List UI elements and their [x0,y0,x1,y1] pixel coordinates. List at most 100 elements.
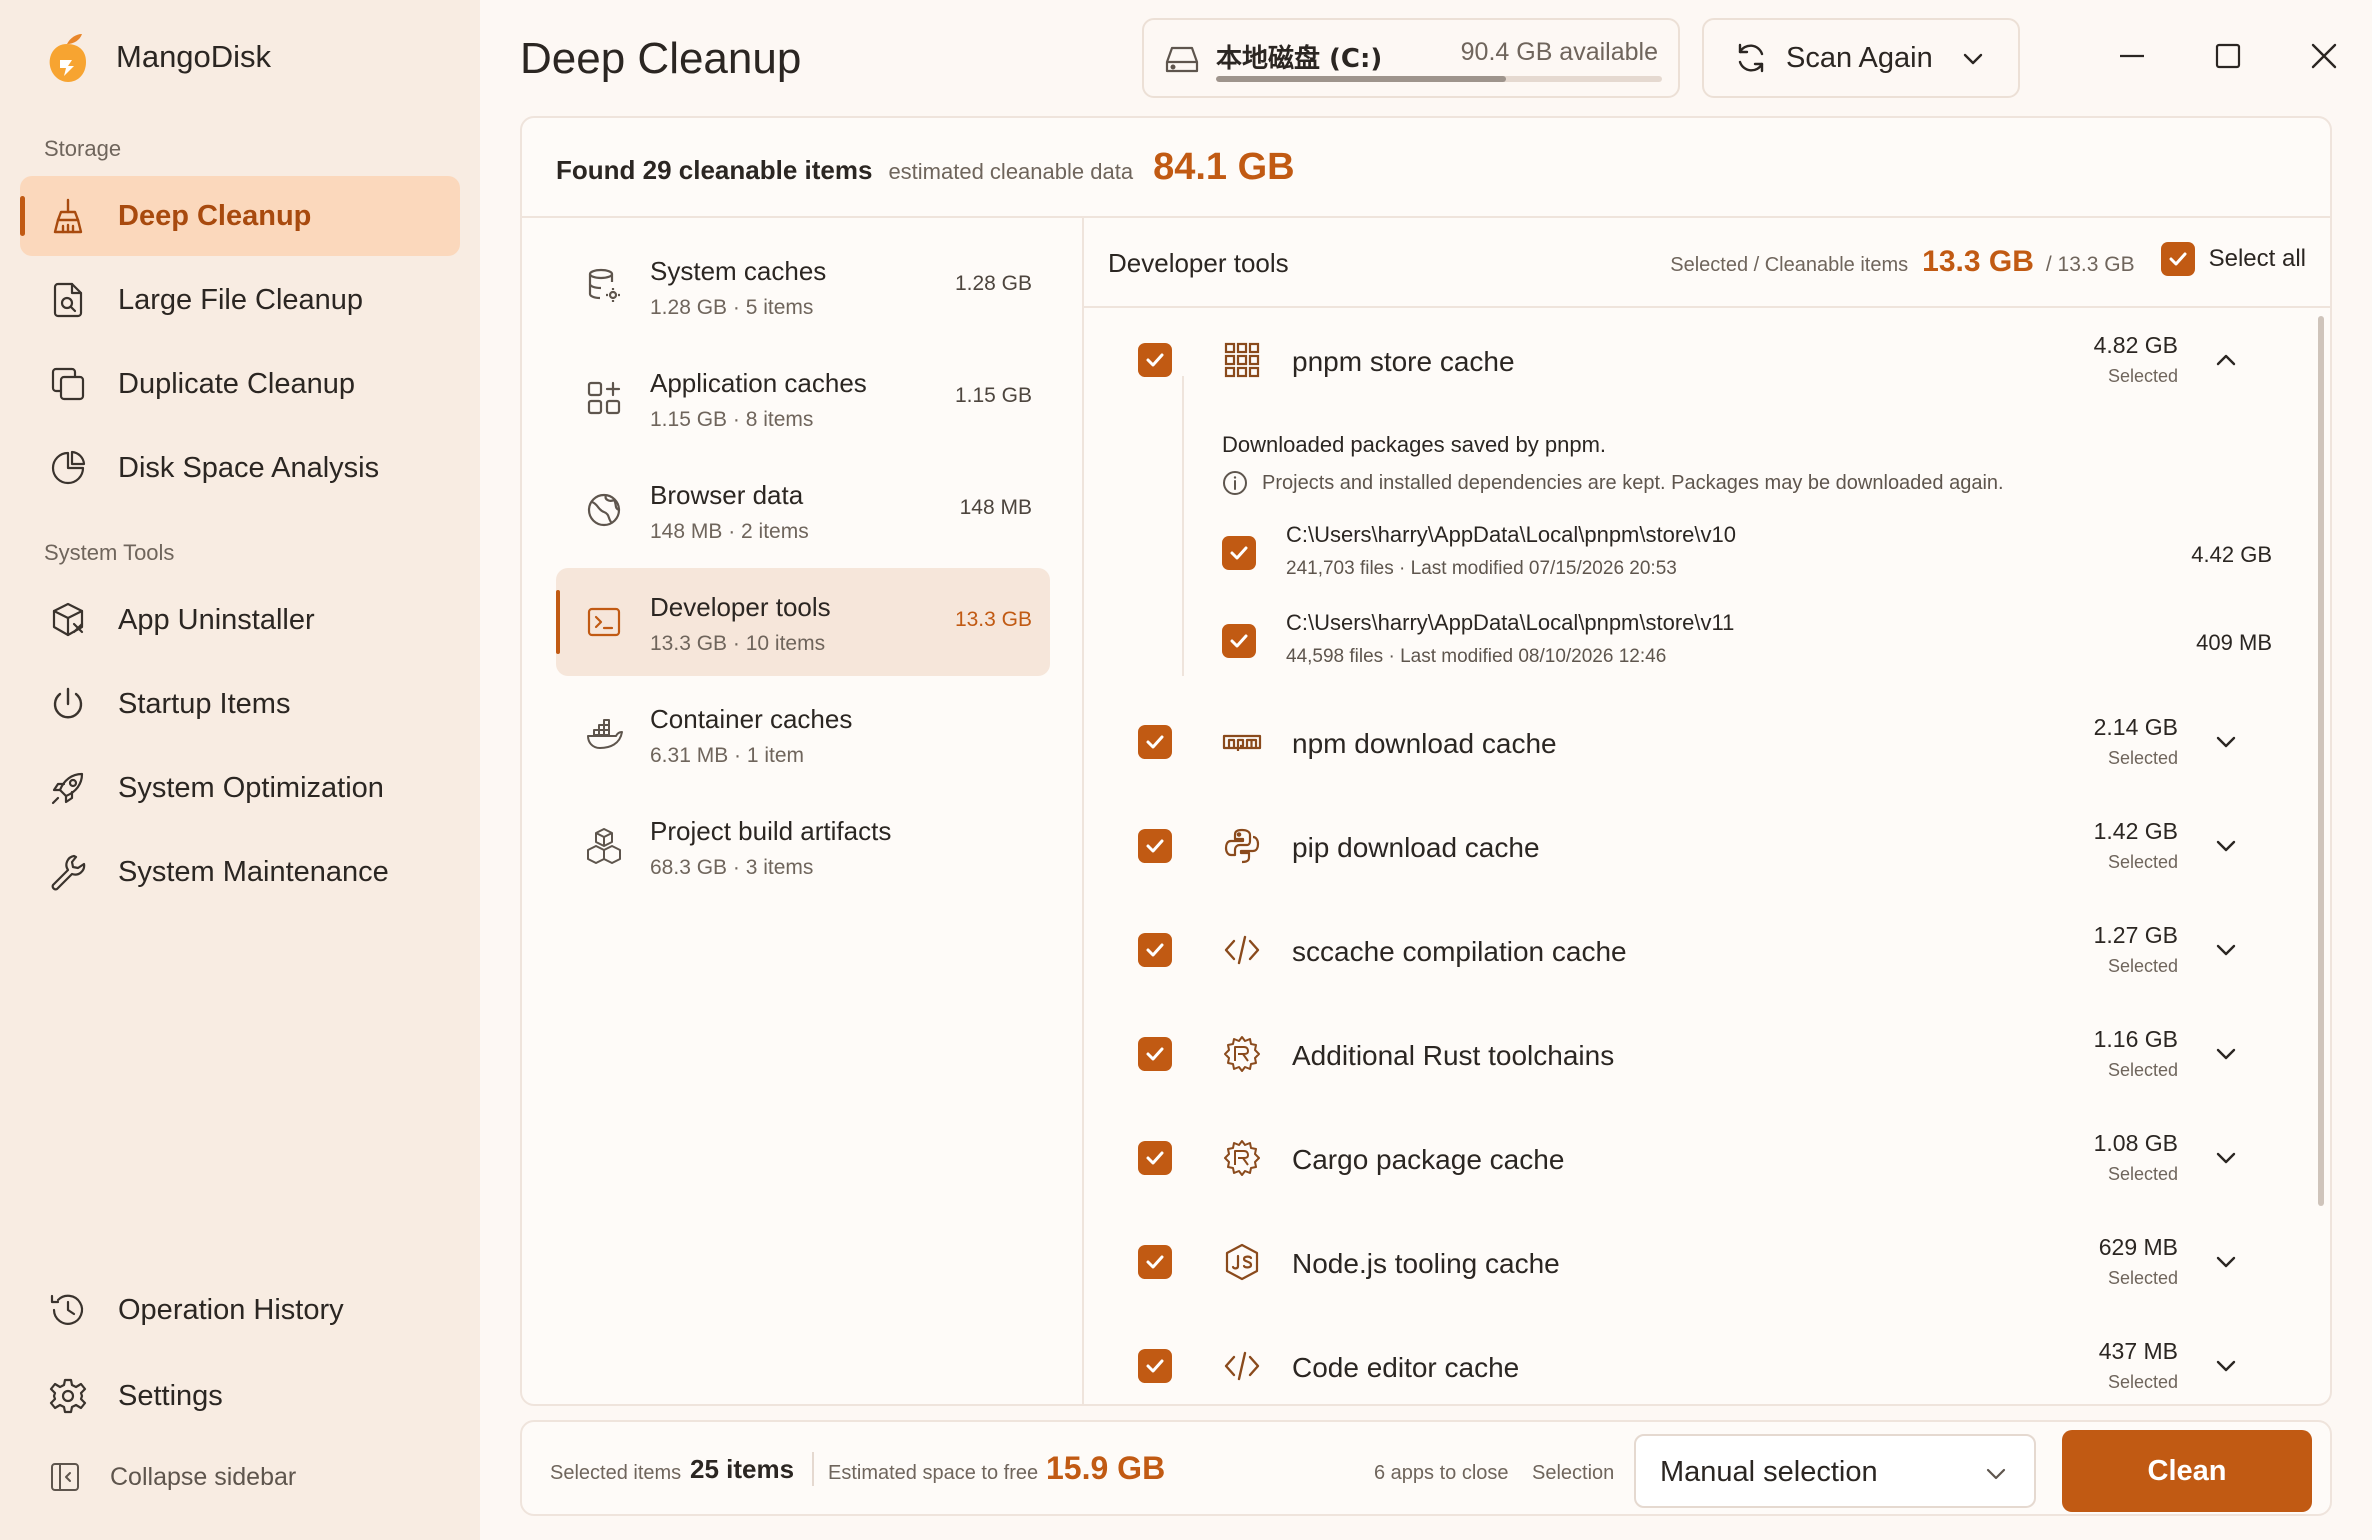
checkbox[interactable] [1138,1349,1172,1383]
list-item-pip-download-cache[interactable]: pip download cache 1.42 GB Selected [1082,796,2302,896]
rust-icon [1224,1140,1260,1176]
item-status: Selected [2107,956,2178,976]
category-size: 1.15 GB [954,384,1032,407]
list-item-sccache[interactable]: sccache compilation cache 1.27 GB Select… [1082,900,2302,1000]
chevron-up-icon[interactable] [2212,346,2240,374]
checkbox[interactable] [1138,1245,1172,1279]
category-developer-tools[interactable]: Developer tools 13.3 GB · 10 items 13.3 … [556,568,1050,676]
apps-to-close: 6 apps to close [1374,1462,1509,1484]
checkbox[interactable] [1222,624,1256,658]
checkbox[interactable] [1138,933,1172,967]
checkbox[interactable] [1138,1037,1172,1071]
hard-drive-icon [1165,46,1199,73]
python-icon [1224,828,1260,864]
globe-icon [587,493,621,527]
category-application-caches[interactable]: Application caches 1.15 GB · 8 items 1.1… [556,344,1050,452]
list-item-cargo-package-cache[interactable]: Cargo package cache 1.08 GB Selected [1082,1108,2302,1208]
found-count: Found 29 cleanable items [556,155,873,185]
sidebar-item-label: Settings [118,1379,223,1412]
code-icon [1224,1351,1260,1381]
check-icon [1146,1255,1164,1269]
close-icon[interactable] [2306,38,2342,74]
select-all-checkbox[interactable]: Select all [2160,242,2306,276]
wrench-icon [51,854,86,891]
space-to-free-label: Estimated space to free [828,1462,1039,1484]
category-title: Browser data [650,480,804,510]
selection-mode-dropdown[interactable]: Manual selection [1634,1434,2036,1508]
checkbox[interactable] [1138,1141,1172,1175]
chevron-down-icon[interactable] [2212,1144,2240,1172]
maximize-icon[interactable] [2210,38,2246,74]
checkbox[interactable] [1138,725,1172,759]
item-name: Node.js tooling cache [1292,1248,1560,1279]
sidebar-item-label: App Uninstaller [118,603,315,636]
item-name: sccache compilation cache [1292,936,1627,967]
category-browser-data[interactable]: Browser data 148 MB · 2 items 148 MB [556,456,1050,564]
sidebar-item-operation-history[interactable]: Operation History [20,1270,460,1350]
category-project-build-artifacts[interactable]: Project build artifacts 68.3 GB · 3 item… [556,792,1050,900]
sidebar-item-disk-space-analysis[interactable]: Disk Space Analysis [20,428,460,508]
grid-icon [1224,342,1260,378]
checkbox[interactable] [1222,536,1256,570]
drive-usage-fill [1216,76,1506,82]
sidebar-item-system-maintenance[interactable]: System Maintenance [20,832,460,912]
sidebar-item-startup-items[interactable]: Startup Items [20,664,460,744]
path-text: C:\Users\harry\AppData\Local\pnpm\store\… [1286,610,1735,635]
selection-mode-value: Manual selection [1660,1456,1878,1488]
path-text: C:\Users\harry\AppData\Local\pnpm\store\… [1286,522,1736,547]
chevron-down-icon[interactable] [2212,1352,2240,1380]
sidebar-item-label: System Optimization [118,771,384,804]
path-row[interactable]: C:\Users\harry\AppData\Local\pnpm\store\… [1222,516,2272,596]
checkbox[interactable] [1138,829,1172,863]
sidebar-item-label: Disk Space Analysis [118,451,380,484]
scrollbar[interactable] [2318,316,2324,1206]
list-item-nodejs-tooling-cache[interactable]: Node.js tooling cache 629 MB Selected [1082,1212,2302,1312]
divider [522,216,2330,218]
boxes-icon [587,828,621,864]
chevron-down-icon[interactable] [2212,1040,2240,1068]
category-system-caches[interactable]: System caches 1.28 GB · 5 items 1.28 GB [556,232,1050,340]
category-subtitle: 1.28 GB · 5 items [650,296,814,319]
history-icon [50,1294,84,1325]
list-item-npm-download-cache[interactable]: npm download cache 2.14 GB Selected [1082,692,2302,792]
item-name: pip download cache [1292,832,1540,863]
chevron-down-icon[interactable] [2212,728,2240,756]
sidebar-item-app-uninstaller[interactable]: App Uninstaller [20,580,460,660]
collapse-sidebar-label: Collapse sidebar [110,1462,297,1491]
sidebar-item-duplicate-cleanup[interactable]: Duplicate Cleanup [20,344,460,424]
terminal-icon [587,607,621,637]
list-item-pnpm-store-cache[interactable]: pnpm store cache 4.82 GB Selected [1082,310,2302,410]
sidebar-item-label: Startup Items [118,687,291,720]
chevron-down-icon[interactable] [2212,1248,2240,1276]
check-icon [1230,546,1248,560]
sidebar-item-large-file-cleanup[interactable]: Large File Cleanup [20,260,460,340]
sidebar-item-system-optimization[interactable]: System Optimization [20,748,460,828]
chevron-down-icon[interactable] [2212,832,2240,860]
clean-button[interactable]: Clean [2062,1430,2312,1512]
minimize-icon[interactable] [2114,38,2150,74]
chevron-down-icon[interactable] [1958,44,1988,74]
rust-icon [1224,1036,1260,1072]
list-item-rust-toolchains[interactable]: Additional Rust toolchains 1.16 GB Selec… [1082,1004,2302,1104]
scan-again-button[interactable]: Scan Again [1702,18,2020,98]
nav-section-storage: Storage [44,136,122,161]
path-size: 4.42 GB [2191,542,2272,567]
item-name: Cargo package cache [1292,1144,1565,1175]
category-container-caches[interactable]: Container caches 6.31 MB · 1 item [556,680,1050,788]
nav-section-system-tools: System Tools [44,540,175,565]
chevron-down-icon[interactable] [2212,936,2240,964]
divider [812,1452,814,1486]
category-title: Project build artifacts [650,816,892,846]
drive-selector[interactable]: 本地磁盘 (C:) 90.4 GB available [1142,18,1680,98]
collapse-sidebar-button[interactable]: Collapse sidebar [48,1460,296,1494]
drive-available: 90.4 GB available [1460,38,1658,66]
sidebar-item-settings[interactable]: Settings [20,1356,460,1436]
checkbox[interactable] [1138,343,1172,377]
item-name: Additional Rust toolchains [1292,1040,1615,1071]
selection-label: Selection [1532,1462,1615,1484]
gear-icon [49,1378,87,1414]
list-item-code-editor-cache[interactable]: Code editor cache 437 MB Selected [1082,1316,2302,1416]
checkbox[interactable] [2160,242,2195,276]
sidebar-item-deep-cleanup[interactable]: Deep Cleanup [20,176,460,256]
path-row[interactable]: C:\Users\harry\AppData\Local\pnpm\store\… [1222,604,2272,684]
